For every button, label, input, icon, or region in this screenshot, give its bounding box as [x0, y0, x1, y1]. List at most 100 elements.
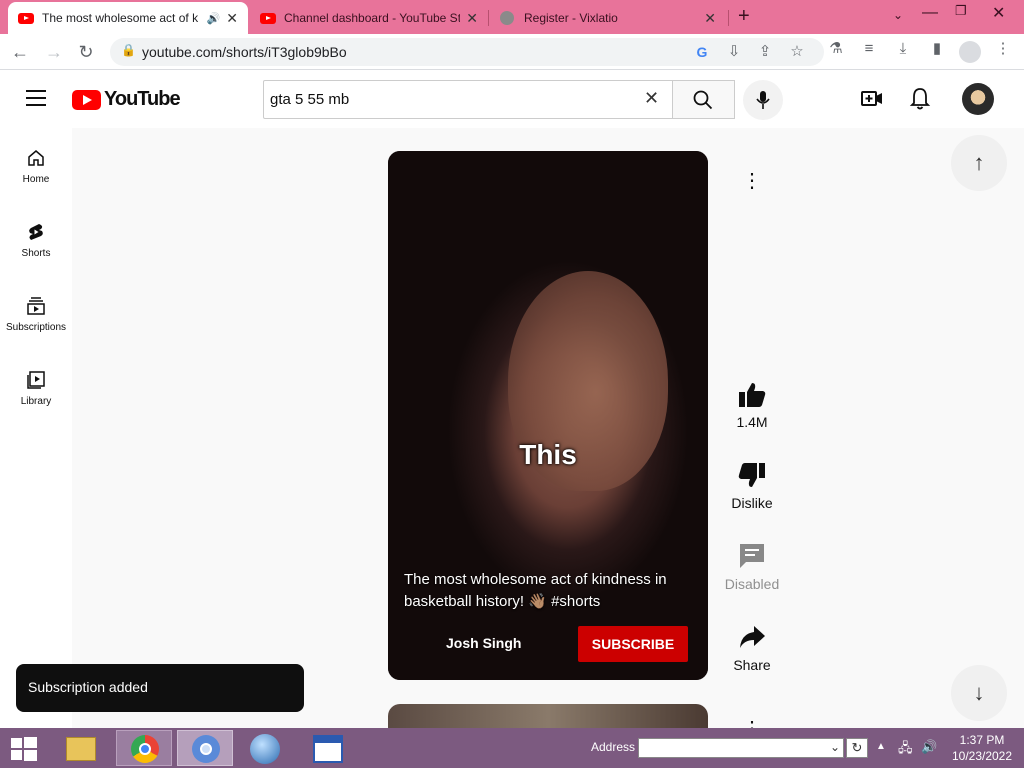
dislike-thumb-icon[interactable] — [737, 461, 767, 489]
volume-icon[interactable]: 🔊 — [921, 739, 937, 755]
tab-register[interactable]: Register - Vixlatio ✕ — [490, 2, 726, 34]
clear-search-icon[interactable]: ✕ — [644, 88, 659, 109]
chrome-taskbar-button[interactable] — [116, 730, 172, 766]
video-title: The most wholesome act of kindness in ba… — [404, 571, 667, 610]
close-tab-icon[interactable]: ✕ — [466, 10, 478, 27]
clock[interactable]: 1:37 PM 10/23/2022 — [944, 732, 1020, 764]
new-tab-icon[interactable]: + — [738, 5, 750, 28]
windows-start-icon[interactable] — [11, 737, 37, 761]
taskbar: Address ⌄ ↻ ▲ 🖧 🔊 1:37 PM 10/23/2022 — [0, 728, 1024, 768]
side-panel-icon[interactable]: ▮ — [927, 39, 947, 59]
chrome-blue-icon — [192, 735, 220, 763]
search-input-value[interactable]: gta 5 55 mb — [270, 91, 349, 108]
share-label: Share — [733, 657, 771, 673]
tab-channel-dashboard[interactable]: Channel dashboard - YouTube St ✕ — [250, 2, 488, 34]
home-icon — [28, 150, 44, 166]
downloads-icon[interactable]: ⤓ — [893, 39, 913, 59]
sidebar-item-library[interactable]: Library — [0, 370, 72, 407]
folder-icon — [66, 737, 96, 761]
forward-icon[interactable]: → — [42, 40, 66, 64]
clock-time: 1:37 PM — [959, 733, 1005, 747]
hamburger-menu-icon[interactable] — [26, 90, 46, 106]
chrome-alt-taskbar-button[interactable] — [177, 730, 233, 766]
channel-name[interactable]: Josh Singh — [446, 635, 521, 651]
chrome-icon — [131, 735, 159, 763]
library-icon — [27, 371, 45, 389]
install-app-icon[interactable]: ⇩ — [724, 42, 744, 62]
profile-icon[interactable] — [959, 41, 981, 63]
close-tab-icon[interactable]: ✕ — [704, 10, 716, 27]
notifications-bell-icon[interactable] — [909, 87, 931, 111]
more-options-icon[interactable]: ⋮ — [740, 716, 764, 728]
comments-icon[interactable] — [738, 542, 766, 570]
shorts-icon — [29, 224, 43, 240]
media-queue-icon[interactable]: ≡ — [859, 39, 879, 59]
subscribe-button[interactable]: SUBSCRIBE — [578, 626, 688, 662]
google-translate-icon[interactable]: G — [692, 42, 712, 62]
sidebar-item-home[interactable]: Home — [0, 148, 72, 185]
window-app-icon[interactable] — [313, 735, 343, 763]
search-button[interactable] — [672, 80, 735, 119]
network-icon[interactable]: 🖧 — [898, 739, 913, 761]
lock-icon: 🔒 — [121, 43, 136, 57]
tab-active[interactable]: The most wholesome act of k 🔊 ✕ — [8, 2, 248, 34]
tab-separator — [728, 10, 729, 26]
like-thumb-icon[interactable] — [737, 381, 767, 409]
reload-icon[interactable]: ↻ — [74, 40, 98, 64]
url-text[interactable]: youtube.com/shorts/iT3glob9bBo — [142, 44, 347, 60]
toast-notification: Subscription added — [16, 664, 304, 712]
close-tab-icon[interactable]: ✕ — [226, 10, 238, 27]
share-arrow-icon[interactable] — [738, 624, 766, 650]
sidebar-item-label: Shorts — [21, 248, 51, 259]
tab-separator — [488, 10, 489, 26]
address-go-icon[interactable]: ↻ — [846, 738, 868, 758]
globe-favicon-icon — [500, 11, 514, 25]
chrome-menu-icon[interactable]: ⋮ — [993, 39, 1013, 59]
bookmark-star-icon[interactable]: ☆ — [787, 42, 807, 62]
omnibox[interactable]: 🔒 youtube.com/shorts/iT3glob9bBo G ⇩ ⇪ ☆ — [110, 38, 824, 66]
youtube-favicon-icon — [18, 12, 34, 24]
tab-search-icon[interactable]: ⌄ — [893, 8, 903, 22]
file-explorer-button[interactable] — [58, 731, 104, 766]
taskbar-address-input[interactable]: ⌄ — [638, 738, 844, 758]
sidebar-item-subscriptions[interactable]: Subscriptions — [0, 296, 72, 333]
internet-explorer-globe-icon[interactable] — [250, 734, 280, 764]
next-video-preview[interactable] — [388, 704, 708, 728]
microphone-icon — [756, 91, 770, 109]
youtube-favicon-icon — [260, 12, 276, 24]
youtube-logo-text: YouTube — [104, 88, 181, 110]
shorts-video-player[interactable]: This The most wholesome act of kindness … — [388, 151, 708, 680]
tray-expand-icon[interactable]: ▲ — [876, 741, 886, 752]
like-count: 1.4M — [736, 414, 768, 430]
youtube-logo[interactable]: YouTube — [72, 88, 181, 111]
toast-message: Subscription added — [28, 679, 148, 695]
close-window-icon[interactable]: ✕ — [992, 3, 1005, 23]
previous-short-button[interactable]: ↑ — [951, 135, 1007, 191]
tab-title: Channel dashboard - YouTube St — [284, 11, 461, 25]
search-icon — [693, 90, 713, 110]
arrow-down-icon: ↓ — [973, 680, 985, 705]
address-toolbar-label: Address — [591, 740, 636, 754]
tab-strip: The most wholesome act of k 🔊 ✕ Channel … — [0, 0, 1024, 34]
account-avatar[interactable] — [962, 83, 994, 115]
minimize-icon[interactable]: — — [922, 4, 938, 22]
search-input[interactable]: gta 5 55 mb ✕ — [263, 80, 673, 119]
voice-search-button[interactable] — [743, 80, 783, 120]
create-video-icon[interactable] — [860, 88, 884, 110]
share-page-icon[interactable]: ⇪ — [755, 42, 775, 62]
next-short-button[interactable]: ↓ — [951, 665, 1007, 721]
more-options-icon[interactable]: ⋮ — [740, 168, 764, 193]
sidebar-item-shorts[interactable]: Shorts — [0, 222, 72, 259]
back-icon[interactable]: ← — [8, 40, 32, 64]
comments-disabled-label: Disabled — [724, 576, 780, 592]
sidebar-item-label: Home — [22, 174, 50, 185]
arrow-up-icon: ↑ — [973, 150, 985, 175]
tab-title: The most wholesome act of k — [42, 11, 199, 25]
audio-playing-icon[interactable]: 🔊 — [207, 12, 221, 25]
extensions-flask-icon[interactable]: ⚗ — [826, 39, 846, 59]
sidebar: Home Shorts Subscriptions Library — [0, 128, 72, 728]
browser-toolbar: ← → ↻ 🔒 youtube.com/shorts/iT3glob9bBo G… — [0, 34, 1024, 70]
video-caption-overlay: This — [519, 439, 577, 470]
address-dropdown-icon[interactable]: ⌄ — [830, 740, 840, 754]
restore-icon[interactable]: ❐ — [955, 3, 967, 19]
